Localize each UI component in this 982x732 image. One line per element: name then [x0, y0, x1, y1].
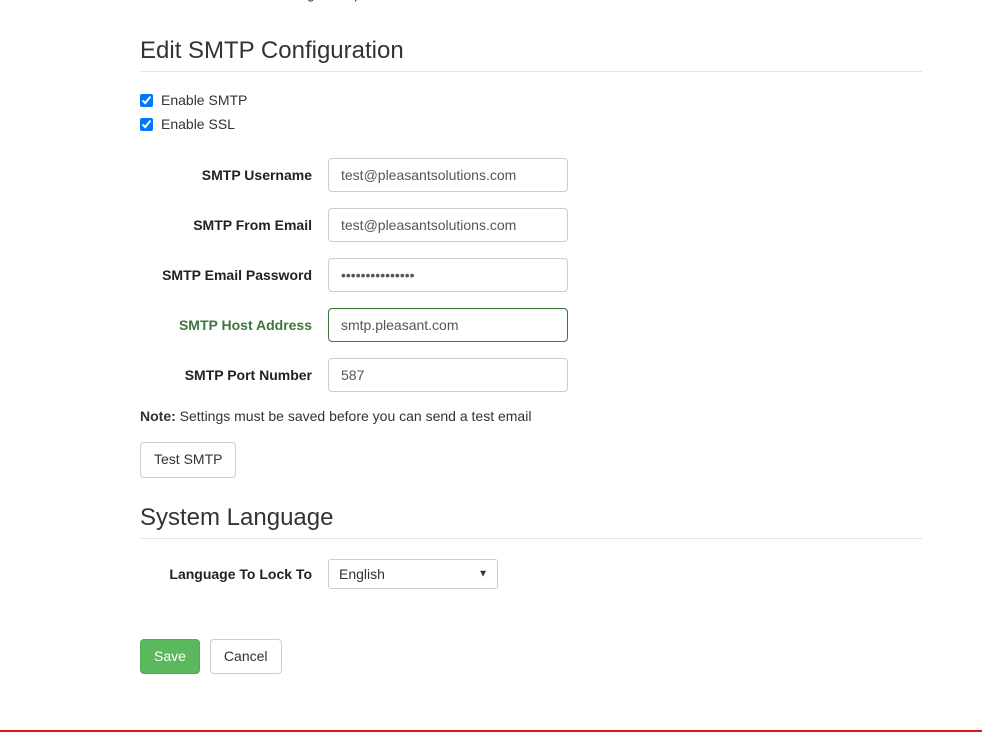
smtp-port-group: SMTP Port Number — [140, 358, 922, 392]
smtp-password-input[interactable] — [328, 258, 568, 292]
smtp-port-label: SMTP Port Number — [140, 367, 328, 383]
smtp-username-group: SMTP Username — [140, 158, 922, 192]
enable-ssl-row: Enable SSL — [140, 116, 922, 132]
test-smtp-button[interactable]: Test SMTP — [140, 442, 236, 478]
content-wrapper: Edit SMTP Configuration Enable SMTP Enab… — [140, 37, 922, 674]
smtp-username-input[interactable] — [328, 158, 568, 192]
smtp-note-text: Settings must be saved before you can se… — [180, 408, 532, 424]
enable-smtp-row: Enable SMTP — [140, 92, 922, 108]
cancel-button[interactable]: Cancel — [210, 639, 282, 675]
smtp-port-input[interactable] — [328, 358, 568, 392]
language-select-wrap: English ▼ — [328, 559, 498, 589]
save-button[interactable]: Save — [140, 639, 200, 675]
enable-ssl-label: Enable SSL — [161, 116, 235, 132]
enable-smtp-checkbox[interactable] — [140, 94, 153, 107]
smtp-host-group: SMTP Host Address — [140, 308, 922, 342]
smtp-note-row: Note: Settings must be saved before you … — [140, 408, 922, 424]
smtp-from-email-label: SMTP From Email — [140, 217, 328, 233]
hint-text: Recommended max height: 100px — [170, 0, 962, 2]
smtp-password-group: SMTP Email Password — [140, 258, 922, 292]
language-lock-label: Language To Lock To — [140, 566, 328, 582]
language-section-divider — [140, 538, 922, 539]
smtp-from-email-group: SMTP From Email — [140, 208, 922, 242]
action-button-row: Save Cancel — [140, 639, 922, 675]
language-select[interactable]: English — [328, 559, 498, 589]
smtp-host-label: SMTP Host Address — [140, 317, 328, 333]
smtp-section-title: Edit SMTP Configuration — [140, 37, 922, 65]
smtp-note-label: Note: — [140, 408, 176, 424]
page-container: Recommended max height: 100px Edit SMTP … — [0, 0, 982, 694]
smtp-host-input[interactable] — [328, 308, 568, 342]
smtp-section-divider — [140, 71, 922, 72]
language-lock-group: Language To Lock To English ▼ — [140, 559, 922, 589]
smtp-from-email-input[interactable] — [328, 208, 568, 242]
enable-smtp-label: Enable SMTP — [161, 92, 247, 108]
smtp-username-label: SMTP Username — [140, 167, 328, 183]
smtp-password-label: SMTP Email Password — [140, 267, 328, 283]
language-section-title: System Language — [140, 504, 922, 532]
enable-ssl-checkbox[interactable] — [140, 118, 153, 131]
